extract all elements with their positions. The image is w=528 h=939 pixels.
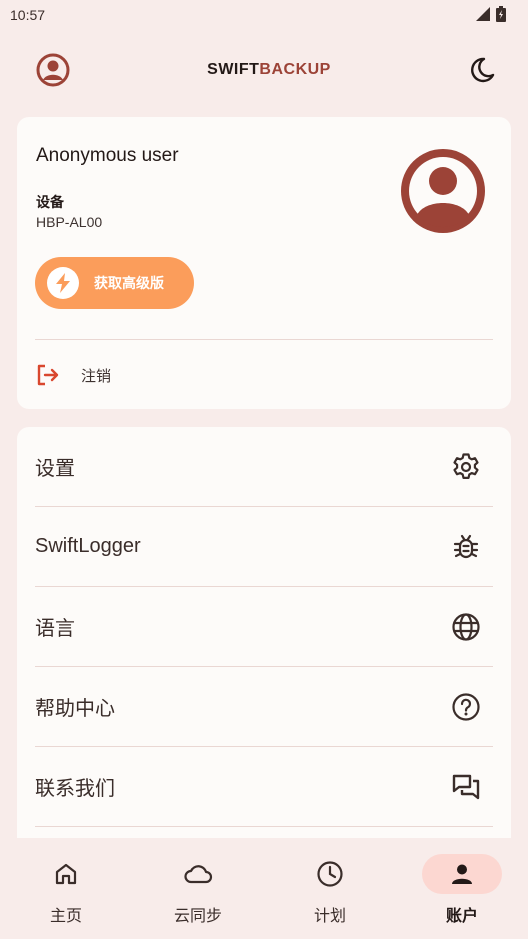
- user-name: Anonymous user: [36, 145, 179, 166]
- signal-icon: [476, 6, 490, 24]
- gear-icon: [449, 450, 483, 484]
- logout-label: 注销: [81, 367, 112, 385]
- nav-label: 账户: [445, 908, 478, 925]
- menu-card: 设置 SwiftLogger 语言 帮助中心 联系我们: [17, 427, 511, 847]
- moon-icon: [471, 57, 495, 83]
- nav-pill: [26, 854, 106, 894]
- menu-item-label: 帮助中心: [35, 698, 115, 720]
- device-label: 设备: [36, 194, 64, 210]
- nav-label: 主页: [49, 908, 82, 925]
- clock-icon: [317, 861, 343, 887]
- dark-mode-button[interactable]: [468, 56, 496, 84]
- device-value: HBP-AL00: [36, 214, 103, 230]
- logout-icon: [37, 364, 59, 386]
- nav-label: 云同步: [173, 908, 222, 925]
- chat-icon: [449, 770, 483, 804]
- account-circle-icon: [401, 149, 485, 233]
- home-icon: [55, 863, 77, 885]
- nav-pill: [290, 854, 370, 894]
- nav-pill: [158, 854, 238, 894]
- profile-avatar[interactable]: [401, 149, 485, 233]
- person-icon: [452, 864, 472, 884]
- get-premium-label: 获取高级版: [94, 275, 164, 291]
- nav-pill-active: [422, 854, 502, 894]
- get-premium-button[interactable]: 获取高级版: [35, 257, 194, 309]
- help-circle-icon: [449, 690, 483, 724]
- logout-button[interactable]: 注销: [35, 353, 493, 397]
- status-bar: 10:57: [0, 0, 528, 30]
- bolt-circle: [47, 267, 79, 299]
- nav-item-schedule[interactable]: 计划: [264, 838, 396, 939]
- app-title: SWIFTBACKUP: [207, 61, 331, 79]
- nav-label: 计划: [313, 908, 346, 925]
- bolt-icon: [56, 273, 70, 293]
- menu-item-label: 联系我们: [35, 778, 115, 800]
- menu-item-contact-us[interactable]: 联系我们: [35, 747, 493, 827]
- nav-item-account[interactable]: 账户: [396, 838, 528, 939]
- bug-icon: [449, 530, 483, 564]
- battery-icon: [496, 5, 506, 25]
- cloud-icon: [184, 865, 213, 884]
- bottom-nav: 主页 云同步 计划 账户: [0, 838, 528, 939]
- menu-item-swiftlogger[interactable]: SwiftLogger: [35, 507, 493, 587]
- menu-item-help-center[interactable]: 帮助中心: [35, 667, 493, 747]
- globe-icon: [449, 610, 483, 644]
- menu-item-settings[interactable]: 设置: [35, 427, 493, 507]
- nav-item-cloud-sync[interactable]: 云同步: [132, 838, 264, 939]
- account-circle-icon: [36, 53, 70, 87]
- menu-item-label: 设置: [35, 458, 75, 480]
- app-title-part1: SWIFT: [207, 61, 260, 78]
- menu-item-label: SwiftLogger: [35, 535, 141, 557]
- status-icons: [476, 5, 506, 25]
- profile-divider: [35, 339, 493, 340]
- app-bar: SWIFTBACKUP: [0, 40, 528, 100]
- menu-item-label: 语言: [35, 618, 75, 640]
- account-avatar-button[interactable]: [36, 53, 70, 87]
- menu-item-language[interactable]: 语言: [35, 587, 493, 667]
- status-time: 10:57: [10, 7, 46, 23]
- nav-item-home[interactable]: 主页: [0, 838, 132, 939]
- app-title-part2: BACKUP: [259, 61, 331, 78]
- profile-card: Anonymous user 设备 HBP-AL00 获取高级版 注销: [17, 117, 511, 409]
